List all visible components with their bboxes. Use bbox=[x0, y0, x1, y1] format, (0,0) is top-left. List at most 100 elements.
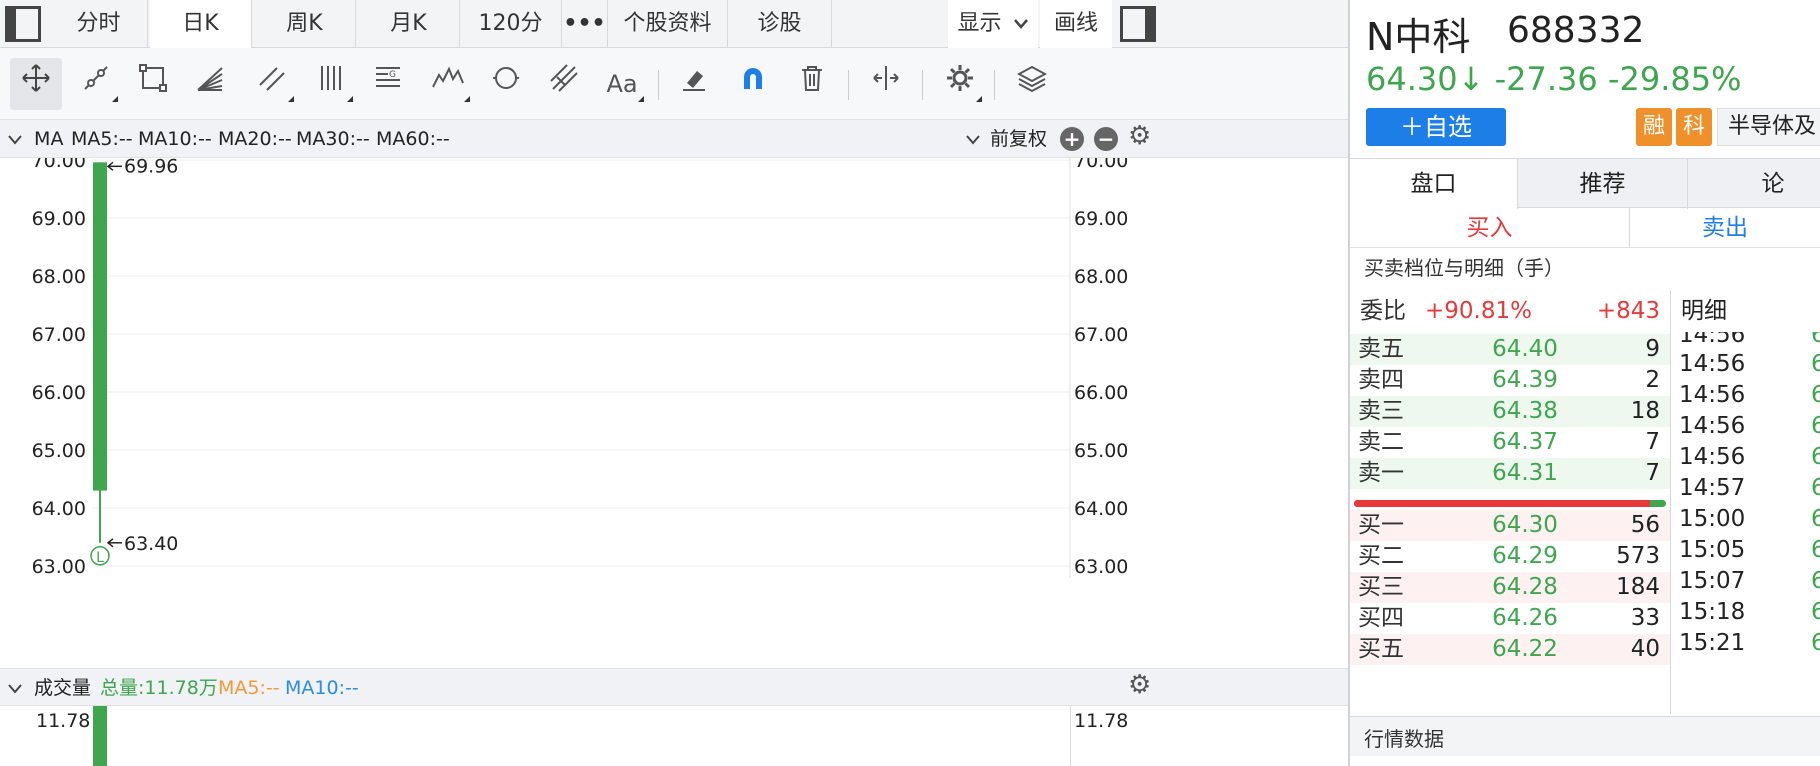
low-marker-label: L bbox=[96, 550, 104, 566]
add-indicator-icon[interactable]: + bbox=[1060, 127, 1084, 151]
toggle-left-panel-icon[interactable] bbox=[5, 6, 41, 42]
eraser-icon[interactable] bbox=[668, 58, 720, 110]
kline-chart[interactable]: 70.00 70.00 69.00 69.00 68.00 68.00 67.00 67.00… bbox=[0, 150, 1348, 668]
sell-3-row[interactable]: 卖三 64.38 18 bbox=[1350, 396, 1670, 427]
volume-ma10: MA10:-- bbox=[285, 677, 359, 699]
text-icon[interactable]: Aa bbox=[596, 58, 648, 110]
industry-tag[interactable]: 半导体及 bbox=[1717, 108, 1820, 146]
market-data-section[interactable]: 行情数据 bbox=[1350, 716, 1820, 756]
buy-2-row[interactable]: 买二 64.29 573 bbox=[1350, 541, 1670, 572]
tab-week-k[interactable]: 周K bbox=[254, 0, 356, 48]
ma-label: MA bbox=[34, 128, 64, 150]
volume-axis-right: 11.78 bbox=[1074, 710, 1129, 732]
tab-recommend[interactable]: 推荐 bbox=[1518, 159, 1688, 209]
level-volume: 184 bbox=[1616, 574, 1660, 600]
magnet-icon[interactable] bbox=[727, 58, 779, 110]
sell-1-row[interactable]: 卖一 64.31 7 bbox=[1350, 458, 1670, 489]
price-axis-label-right: 70.00 bbox=[1074, 158, 1128, 172]
move-cross-icon[interactable] bbox=[10, 58, 62, 110]
buy-3-row[interactable]: 买三 64.28 184 bbox=[1350, 572, 1670, 603]
trade-detail-row: 14:576 bbox=[1679, 475, 1820, 501]
buy-4-row[interactable]: 买四 64.26 33 bbox=[1350, 603, 1670, 634]
drawing-toolbar: G Aa bbox=[0, 48, 1348, 120]
layers-icon[interactable] bbox=[1006, 58, 1058, 110]
sell-2-row[interactable]: 卖二 64.37 7 bbox=[1350, 427, 1670, 458]
sell-4-row[interactable]: 卖四 64.39 2 bbox=[1350, 365, 1670, 396]
tab-stock-profile[interactable]: 个股资料 bbox=[608, 0, 728, 48]
level-price: 64.29 bbox=[1492, 543, 1558, 569]
tab-day-k[interactable]: 日K bbox=[150, 0, 252, 48]
ma-settings-icon[interactable]: ⚙ bbox=[1128, 117, 1151, 155]
vertical-lines-icon[interactable] bbox=[305, 58, 357, 110]
trade-detail-row: 15:056 bbox=[1679, 537, 1820, 563]
sell-5-row[interactable]: 卖五 64.40 9 bbox=[1350, 334, 1670, 365]
tab-month-k[interactable]: 月K bbox=[358, 0, 460, 48]
cycle-icon[interactable] bbox=[480, 58, 532, 110]
trade-detail-row: 15:076 bbox=[1679, 568, 1820, 594]
pitchfork-icon[interactable] bbox=[538, 58, 590, 110]
level-label: 卖四 bbox=[1358, 367, 1404, 393]
tab-discussion[interactable]: 论 bbox=[1688, 159, 1820, 209]
tab-120min[interactable]: 120分 bbox=[460, 0, 562, 48]
fan-lines-icon[interactable] bbox=[184, 58, 236, 110]
price-axis-label-left: 64.00 bbox=[32, 498, 86, 520]
trade-detail-row: 15:006 bbox=[1679, 506, 1820, 532]
more-tabs-button[interactable]: ••• bbox=[562, 0, 608, 48]
kline-svg: 70.00 70.00 69.00 69.00 68.00 68.00 67.00 67.00… bbox=[32, 150, 1128, 578]
trade-detail-row: 14:566 bbox=[1679, 332, 1820, 348]
settings-icon[interactable] bbox=[934, 58, 986, 110]
price-axis-label-left: 65.00 bbox=[32, 440, 86, 462]
buy-button[interactable]: 买入 bbox=[1350, 208, 1630, 248]
level-price: 64.39 bbox=[1492, 367, 1558, 393]
level-volume: 18 bbox=[1630, 398, 1660, 424]
volume-collapse-toggle[interactable]: 成交量 bbox=[8, 669, 91, 707]
bid-ask-ratio-bar bbox=[1354, 500, 1666, 507]
price-axis-label-left: 63.00 bbox=[32, 556, 86, 578]
volume-axis-left: 11.78 bbox=[36, 710, 91, 732]
volume-chart[interactable]: 11.78 11.78 bbox=[0, 706, 1348, 766]
rectangle-icon[interactable] bbox=[127, 58, 179, 110]
price-axis-label-left: 70.00 bbox=[32, 158, 86, 172]
tab-diagnosis[interactable]: 诊股 bbox=[728, 0, 832, 48]
buy-5-row[interactable]: 买五 64.22 40 bbox=[1350, 634, 1670, 665]
trade-detail-row: 14:566 bbox=[1679, 382, 1820, 408]
level-price: 64.40 bbox=[1492, 336, 1558, 362]
remove-indicator-icon[interactable]: − bbox=[1094, 127, 1118, 151]
price-axis-label-left: 68.00 bbox=[32, 266, 86, 288]
order-book-title: 买卖档位与明细（手） bbox=[1364, 256, 1564, 280]
ma5-value: MA5:-- bbox=[71, 128, 133, 150]
level-label: 卖三 bbox=[1358, 398, 1404, 424]
zoom-icon[interactable] bbox=[860, 58, 912, 110]
gann-box-icon[interactable]: G bbox=[362, 58, 414, 110]
volume-settings-icon[interactable]: ⚙ bbox=[1128, 666, 1151, 704]
add-watchlist-button[interactable]: ＋自选 bbox=[1366, 108, 1506, 146]
tab-order-book[interactable]: 盘口 bbox=[1350, 159, 1518, 209]
ma-collapse-toggle[interactable]: MA bbox=[8, 120, 63, 158]
detail-header: 明细 bbox=[1670, 290, 1820, 332]
level-label: 卖五 bbox=[1358, 336, 1404, 362]
adjust-dropdown[interactable]: 前复权 bbox=[966, 120, 1047, 158]
trash-icon[interactable] bbox=[786, 58, 838, 110]
price-axis-label-right: 63.00 bbox=[1074, 556, 1128, 578]
ma30-value: MA30:-- bbox=[296, 128, 370, 150]
bid-ratio-fill bbox=[1354, 500, 1651, 507]
level-volume: 7 bbox=[1645, 460, 1660, 486]
price-axis-label-right: 67.00 bbox=[1074, 324, 1128, 346]
parallel-channel-icon[interactable] bbox=[246, 58, 298, 110]
stock-name: N中科 bbox=[1366, 15, 1471, 59]
line-segment-icon[interactable] bbox=[70, 58, 122, 110]
buy-1-row[interactable]: 买一 64.30 56 bbox=[1350, 510, 1670, 541]
price-axis-label-left: 67.00 bbox=[32, 324, 86, 346]
price-axis-label-left: 66.00 bbox=[32, 382, 86, 404]
price-axis-label-right: 69.00 bbox=[1074, 208, 1128, 230]
level-label: 买二 bbox=[1358, 543, 1404, 569]
sell-button[interactable]: 卖出 bbox=[1630, 208, 1820, 248]
panel-tabs: 盘口 推荐 论 bbox=[1350, 158, 1820, 209]
tab-minute[interactable]: 分时 bbox=[50, 0, 148, 48]
volume-total: 总量:11.78万 bbox=[100, 677, 218, 699]
trade-detail-list[interactable]: 14:566 14:566 14:566 14:566 14:566 14:57… bbox=[1670, 332, 1820, 714]
ma20-value: MA20:-- bbox=[218, 128, 292, 150]
trade-detail-row: 15:186 bbox=[1679, 599, 1820, 625]
wave-icon[interactable] bbox=[422, 58, 474, 110]
toggle-right-panel-icon[interactable] bbox=[1120, 6, 1156, 42]
